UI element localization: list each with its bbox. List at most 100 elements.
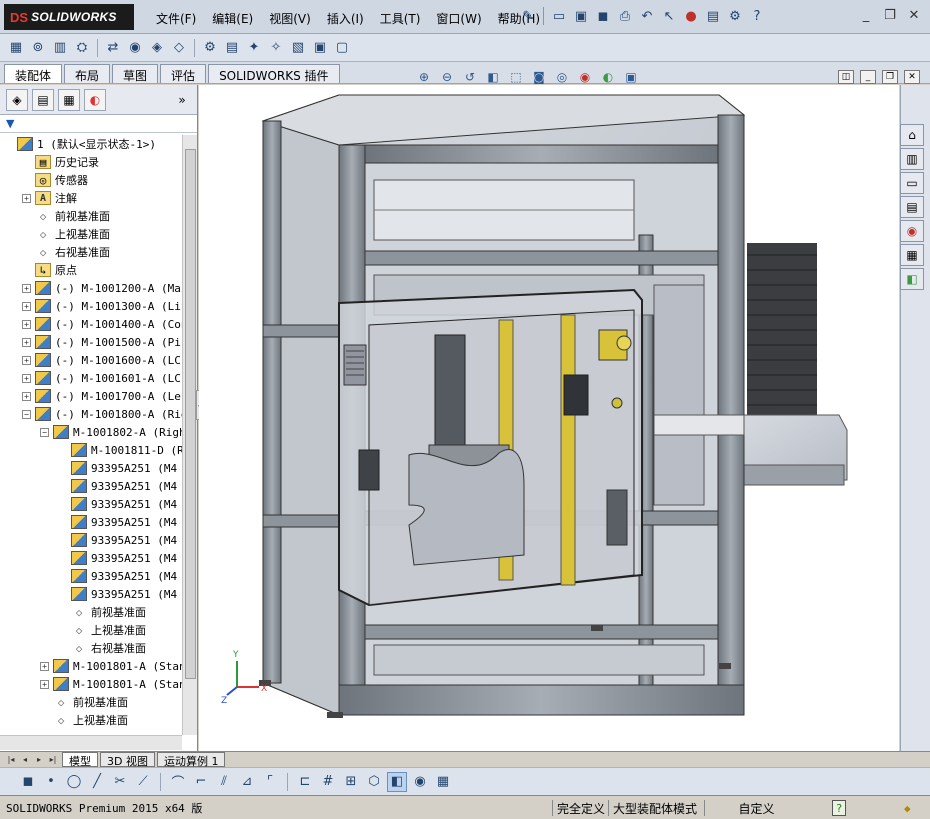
- mirror-icon[interactable]: ⊿: [237, 772, 257, 792]
- design-library-icon[interactable]: ▥: [900, 148, 924, 170]
- first-tab-icon[interactable]: |◂: [4, 753, 18, 767]
- rebuild-traffic-light-icon[interactable]: ●: [681, 6, 701, 26]
- tag-icon[interactable]: ◆: [904, 800, 911, 816]
- tree-row[interactable]: + (-) M-1001400-A (Convey: [22, 315, 182, 333]
- tree-row[interactable]: 93395A251 (M4 x 8: [58, 585, 182, 603]
- tree-row[interactable]: 93395A251 (M4 x 8: [58, 459, 182, 477]
- apply-scene-icon[interactable]: ◐: [598, 68, 618, 86]
- assembly-model[interactable]: Y X Z: [199, 85, 899, 751]
- menu-file[interactable]: 文件(F): [148, 8, 204, 29]
- tab-3d-view[interactable]: 3D 视图: [100, 752, 155, 768]
- tab-addins[interactable]: SOLIDWORKS 插件: [208, 64, 340, 83]
- convert-entities-icon[interactable]: ⌜: [260, 772, 280, 792]
- offset-icon[interactable]: ⫽: [214, 772, 234, 792]
- filter-icon[interactable]: ▼: [6, 117, 14, 130]
- print-icon[interactable]: ⎙: [615, 6, 635, 26]
- tree-filter[interactable]: ▼: [0, 115, 197, 133]
- table-icon[interactable]: ▦: [433, 772, 453, 792]
- tree-row[interactable]: ◇ 前视基准面: [40, 693, 128, 711]
- edit-appearance-icon[interactable]: ◉: [575, 68, 595, 86]
- point-icon[interactable]: •: [41, 772, 61, 792]
- large-assembly-icon[interactable]: ▢: [332, 38, 352, 58]
- exploded-view-icon[interactable]: ✦: [244, 38, 264, 58]
- snap-icon[interactable]: ⊞: [341, 772, 361, 792]
- view-palette-icon[interactable]: ▤: [900, 196, 924, 218]
- minimize-icon[interactable]: _: [856, 6, 876, 24]
- bill-of-materials-icon[interactable]: ▤: [222, 38, 242, 58]
- tree-row[interactable]: ◇ 上视基准面: [40, 711, 128, 729]
- expand-icon[interactable]: +: [22, 337, 31, 347]
- save-icon[interactable]: ◼: [18, 772, 38, 792]
- display-style-icon[interactable]: ◙: [529, 68, 549, 86]
- tab-model[interactable]: 模型: [62, 752, 98, 768]
- previous-view-icon[interactable]: ↺: [460, 68, 480, 86]
- tree-row[interactable]: ◇ 前视基准面: [58, 603, 146, 621]
- tree-row[interactable]: 93395A251 (M4 x 8: [58, 531, 182, 549]
- fillet-icon[interactable]: ⌒: [168, 772, 188, 792]
- forum-icon[interactable]: ◧: [900, 268, 924, 290]
- section-view-icon[interactable]: ◧: [483, 68, 503, 86]
- tree-row[interactable]: ◇ 右视基准面: [22, 243, 110, 261]
- update-speedpak-icon[interactable]: ▧: [288, 38, 308, 58]
- configuration-manager-tab-icon[interactable]: ▦: [58, 88, 80, 111]
- undo-icon[interactable]: ↶: [637, 6, 657, 26]
- solidworks-logo[interactable]: DS SOLIDWORKS: [4, 4, 134, 30]
- tree-row[interactable]: − M-1001802-A (Right S: [40, 423, 182, 441]
- tab-evaluate[interactable]: 评估: [160, 64, 207, 83]
- trim-icon[interactable]: ✂: [110, 772, 130, 792]
- help-button[interactable]: ?: [832, 800, 846, 816]
- isometric-view-icon[interactable]: ⬡: [364, 772, 384, 792]
- viewport-split-icon[interactable]: ◫: [838, 70, 854, 84]
- tree-row[interactable]: + (-) M-1001300-A (Lift A: [22, 297, 182, 315]
- hide-show-items-icon[interactable]: ◎: [552, 68, 572, 86]
- line-icon[interactable]: ╱: [87, 772, 107, 792]
- extend-icon[interactable]: ⟋: [133, 772, 153, 792]
- prev-tab-icon[interactable]: ◂: [18, 753, 32, 767]
- tree-row[interactable]: + (-) M-1001600-A (LC Tra: [22, 351, 182, 369]
- tree-row[interactable]: 93395A251 (M4 x 8: [58, 549, 182, 567]
- zoom-to-fit-icon[interactable]: ⊕: [414, 68, 434, 86]
- reference-geometry-icon[interactable]: ◇: [169, 38, 189, 58]
- viewport-close-icon[interactable]: ✕: [904, 70, 920, 84]
- tree-horizontal-scrollbar[interactable]: [0, 735, 182, 750]
- zoom-area-icon[interactable]: ⊖: [437, 68, 457, 86]
- take-snapshot-icon[interactable]: ▣: [310, 38, 330, 58]
- circle-icon[interactable]: ◯: [64, 772, 84, 792]
- custom-properties-icon[interactable]: ▦: [900, 244, 924, 266]
- expand-icon[interactable]: +: [22, 373, 31, 383]
- graphics-viewport[interactable]: Y X Z: [199, 85, 899, 751]
- new-document-icon[interactable]: ▭: [549, 6, 569, 26]
- tree-row[interactable]: M-1001811-D (Righ: [58, 441, 182, 459]
- tree-row[interactable]: ◇ 上视基准面: [22, 225, 110, 243]
- tree-row[interactable]: 93395A251 (M4 x 8: [58, 513, 182, 531]
- viewport-minimize-icon[interactable]: _: [860, 70, 876, 84]
- open-folder-icon[interactable]: ▣: [571, 6, 591, 26]
- show-hidden-icon[interactable]: ◉: [125, 38, 145, 58]
- tab-assembly[interactable]: 装配体: [4, 64, 63, 83]
- file-explorer-icon[interactable]: ▭: [900, 172, 924, 194]
- tree-row[interactable]: + (-) M-1001200-A (Main F: [22, 279, 182, 297]
- tree-row[interactable]: 93395A251 (M4 x 8: [58, 477, 182, 495]
- view-orientation-icon[interactable]: ⬚: [506, 68, 526, 86]
- linear-pattern-icon[interactable]: ▥: [50, 38, 70, 58]
- appearances-scenes-icon[interactable]: ◉: [900, 220, 924, 242]
- tree-row[interactable]: ◇ 上视基准面: [58, 621, 146, 639]
- insert-component-icon[interactable]: ▦: [6, 38, 26, 58]
- menu-view[interactable]: 视图(V): [261, 8, 319, 29]
- new-motion-study-icon[interactable]: ⚙: [200, 38, 220, 58]
- expand-icon[interactable]: +: [22, 193, 31, 203]
- tab-layout[interactable]: 布局: [64, 64, 111, 83]
- collapse-icon[interactable]: −: [40, 427, 49, 437]
- tree-row[interactable]: + M-1001801-A (Standof: [40, 657, 182, 675]
- tree-row[interactable]: 1 (默认<显示状态-1>): [4, 135, 156, 153]
- select-pointer-icon[interactable]: ↖: [659, 6, 679, 26]
- tree-row[interactable]: + (-) M-1001700-A (Left S: [22, 387, 182, 405]
- save-icon[interactable]: ◼: [593, 6, 613, 26]
- pin-icon[interactable]: ✎: [518, 6, 538, 26]
- menu-window[interactable]: 窗口(W): [428, 8, 489, 29]
- tree-row[interactable]: ↳ 原点: [22, 261, 77, 279]
- collapse-icon[interactable]: −: [22, 409, 31, 419]
- feature-tree-tab-icon[interactable]: ◈: [6, 88, 28, 111]
- viewport-restore-icon[interactable]: ❐: [882, 70, 898, 84]
- mate-icon[interactable]: ⊚: [28, 38, 48, 58]
